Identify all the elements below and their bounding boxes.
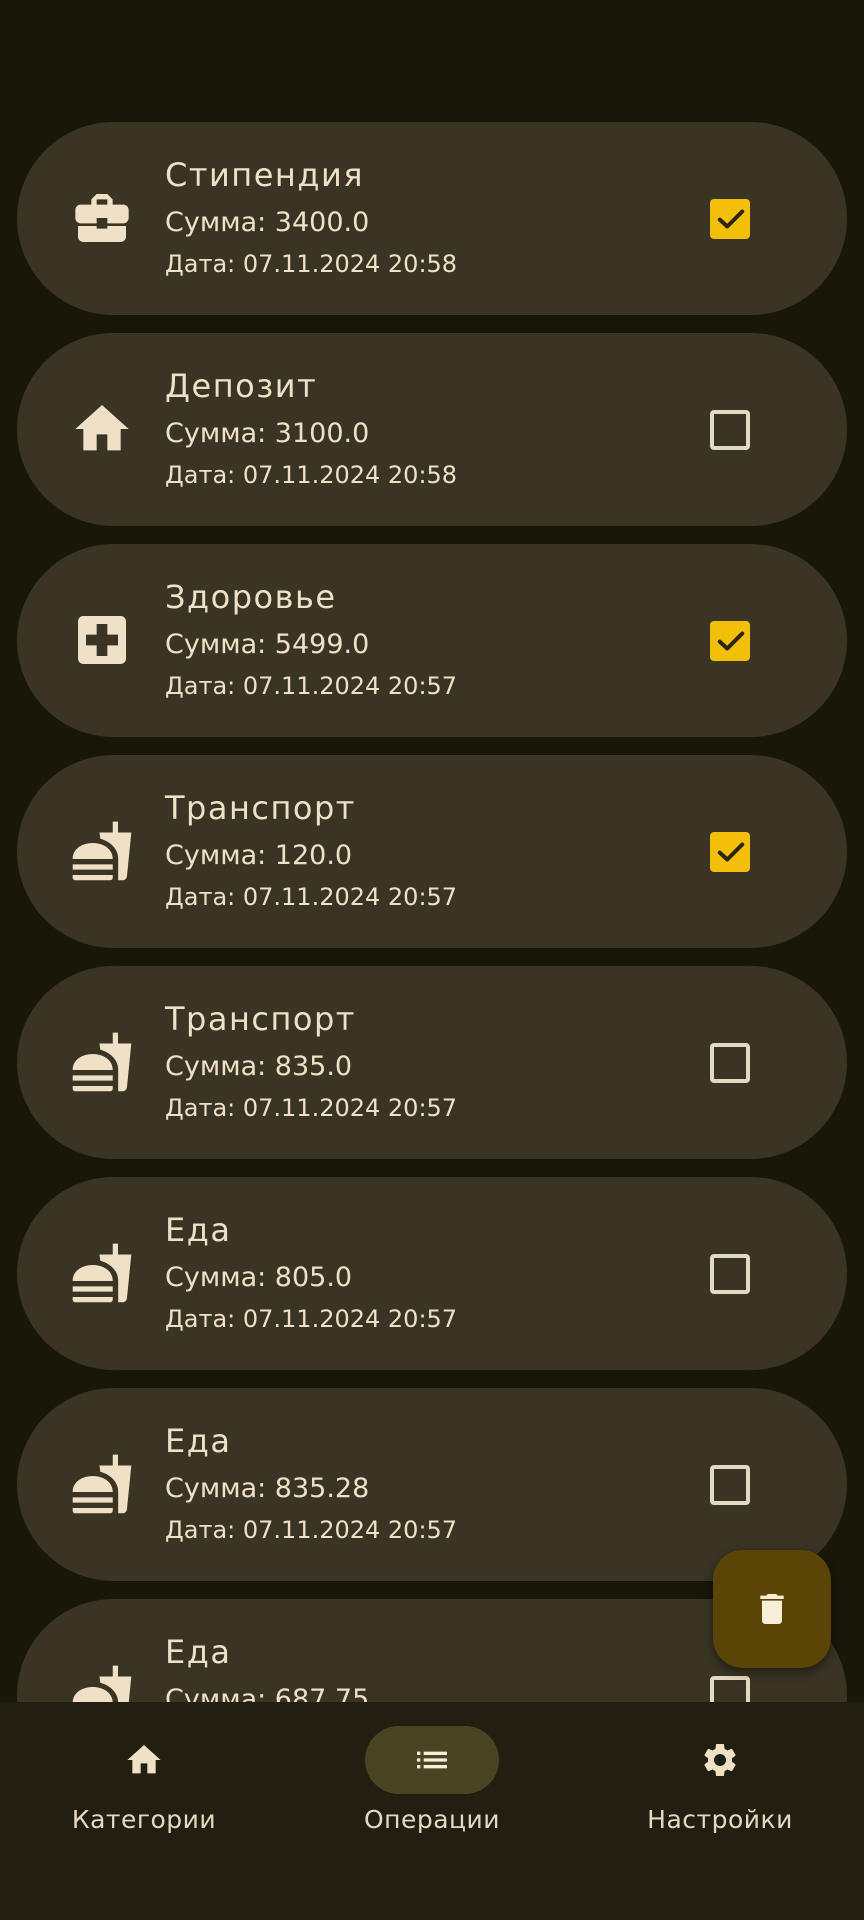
- operation-amount: Сумма: 805.0: [165, 1262, 353, 1293]
- list-icon: [412, 1740, 452, 1780]
- operation-date: Дата: 07.11.2024 20:57: [165, 883, 458, 911]
- gear-icon: [700, 1740, 740, 1780]
- operation-amount: Сумма: 835.28: [165, 1473, 370, 1504]
- operation-checkbox[interactable]: [710, 621, 750, 661]
- operation-amount: Сумма: 687.75: [165, 1684, 370, 1702]
- fastfood-icon: [70, 1241, 134, 1305]
- medical-icon: [70, 608, 134, 672]
- operation-title: Транспорт: [165, 1000, 356, 1038]
- fastfood-icon: [70, 1452, 134, 1516]
- operation-title: Еда: [165, 1633, 232, 1671]
- operation-card[interactable]: Стипендия Сумма: 3400.0 Дата: 07.11.2024 2…: [17, 122, 847, 315]
- operation-title: Еда: [165, 1211, 232, 1249]
- operation-card[interactable]: Транспорт Сумма: 120.0 Дата: 07.11.2024 20…: [17, 755, 847, 948]
- operation-title: Транспорт: [165, 789, 356, 827]
- nav-label: Категории: [71, 1805, 217, 1834]
- operation-checkbox[interactable]: [710, 410, 750, 450]
- nav-label: Настройки: [647, 1805, 793, 1834]
- operation-amount: Сумма: 3400.0: [165, 207, 370, 238]
- nav-item-operations[interactable]: Операции: [288, 1702, 576, 1920]
- briefcase-icon: [70, 186, 134, 250]
- operation-checkbox[interactable]: [710, 1465, 750, 1505]
- trash-icon: [760, 1594, 784, 1624]
- operation-title: Еда: [165, 1422, 232, 1460]
- operation-checkbox[interactable]: [710, 199, 750, 239]
- operation-title: Стипендия: [165, 156, 364, 194]
- operation-title: Здоровье: [165, 578, 337, 616]
- nav-item-categories[interactable]: Категории: [0, 1702, 288, 1920]
- operation-card[interactable]: Здоровье Сумма: 5499.0 Дата: 07.11.2024 20…: [17, 544, 847, 737]
- operation-title: Депозит: [165, 367, 318, 405]
- operation-checkbox[interactable]: [710, 1676, 750, 1702]
- fastfood-icon: [70, 1030, 134, 1094]
- home-icon: [70, 397, 134, 461]
- operation-date: Дата: 07.11.2024 20:58: [165, 250, 458, 278]
- operation-amount: Сумма: 120.0: [165, 840, 353, 871]
- bottom-navigation: Категории Операции Настройки: [0, 1702, 864, 1920]
- app-screen: Стипендия Сумма: 3400.0 Дата: 07.11.2024 2…: [0, 0, 864, 1920]
- operation-amount: Сумма: 5499.0: [165, 629, 370, 660]
- check-mark-icon: [717, 631, 745, 651]
- operation-card[interactable]: Депозит Сумма: 3100.0 Дата: 07.11.2024 20:…: [17, 333, 847, 526]
- operation-amount: Сумма: 835.0: [165, 1051, 353, 1082]
- home-icon: [124, 1740, 164, 1780]
- operation-card[interactable]: Транспорт Сумма: 835.0 Дата: 07.11.2024 20…: [17, 966, 847, 1159]
- operations-list[interactable]: Стипендия Сумма: 3400.0 Дата: 07.11.2024 2…: [0, 0, 864, 1702]
- operation-date: Дата: 07.11.2024 20:57: [165, 1516, 458, 1544]
- operation-checkbox[interactable]: [710, 1043, 750, 1083]
- operation-card[interactable]: Еда Сумма: 805.0 Дата: 07.11.2024 20:57: [17, 1177, 847, 1370]
- nav-item-settings[interactable]: Настройки: [576, 1702, 864, 1920]
- operation-checkbox[interactable]: [710, 1254, 750, 1294]
- operation-date: Дата: 07.11.2024 20:57: [165, 672, 458, 700]
- check-mark-icon: [717, 842, 745, 862]
- fastfood-icon: [70, 1663, 134, 1702]
- operation-checkbox[interactable]: [710, 832, 750, 872]
- operation-date: Дата: 07.11.2024 20:57: [165, 1305, 458, 1333]
- nav-label: Операции: [363, 1805, 501, 1834]
- operation-date: Дата: 07.11.2024 20:57: [165, 1094, 458, 1122]
- fastfood-icon: [70, 819, 134, 883]
- delete-fab-button[interactable]: [713, 1550, 831, 1668]
- check-mark-icon: [717, 209, 745, 229]
- operation-date: Дата: 07.11.2024 20:58: [165, 461, 458, 489]
- operation-card[interactable]: Еда Сумма: 835.28 Дата: 07.11.2024 20:57: [17, 1388, 847, 1581]
- operation-amount: Сумма: 3100.0: [165, 418, 370, 449]
